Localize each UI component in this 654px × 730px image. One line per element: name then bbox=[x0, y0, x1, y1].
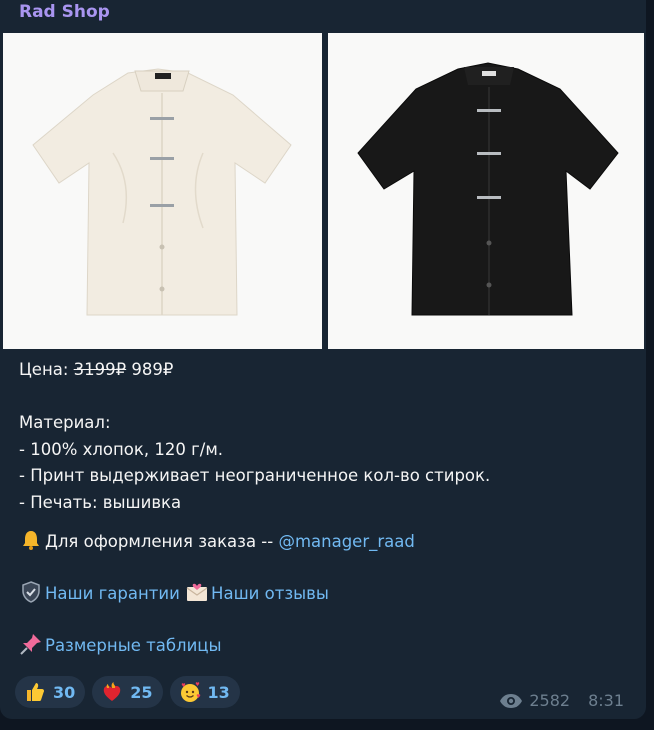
reaction-count: 30 bbox=[53, 682, 76, 702]
love-letter-icon bbox=[185, 580, 209, 604]
price-line: Цена: 3199₽ 989₽ bbox=[19, 357, 629, 384]
old-price: 3199₽ bbox=[73, 360, 127, 379]
burning-heart-icon bbox=[100, 680, 124, 704]
black-shirt-image bbox=[328, 33, 644, 349]
message-bubble[interactable]: Rad Shop Цена: 3199₽ 989₽ Материал: - 10… bbox=[0, 0, 646, 719]
reactions-bar: 30 25 13 bbox=[15, 676, 240, 708]
shield-check-icon bbox=[19, 580, 43, 604]
black-shirt-photo[interactable] bbox=[328, 33, 644, 349]
reviews-link[interactable]: Наши отзывы bbox=[211, 584, 329, 603]
post-text: Цена: 3199₽ 989₽ Материал: - 100% хлопок… bbox=[19, 357, 629, 672]
smiling-face-hearts-icon bbox=[178, 680, 202, 704]
sizes-line: Размерные таблицы bbox=[19, 620, 629, 672]
views-count: 2582 bbox=[529, 691, 571, 710]
material-title: Материал: bbox=[19, 413, 111, 432]
reaction-burning-heart[interactable]: 25 bbox=[92, 676, 163, 708]
white-shirt-photo[interactable] bbox=[3, 33, 322, 349]
eye-icon bbox=[499, 693, 523, 709]
links-line: Наши гарантии Наши отзывы bbox=[19, 568, 629, 620]
guarantees-link[interactable]: Наши гарантии bbox=[45, 584, 180, 603]
manager-link[interactable]: @manager_raad bbox=[278, 532, 414, 551]
reaction-count: 13 bbox=[207, 682, 230, 702]
order-line: Для оформления заказа -- @manager_raad bbox=[19, 516, 629, 568]
message-meta: 2582 8:31 bbox=[499, 691, 624, 710]
reaction-thumbs-up[interactable]: 30 bbox=[15, 676, 86, 708]
material-line: - Печать: вышивка bbox=[19, 492, 182, 512]
price-label: Цена: bbox=[19, 360, 69, 379]
sizes-link[interactable]: Размерные таблицы bbox=[45, 636, 222, 655]
bell-icon bbox=[19, 528, 43, 552]
pushpin-icon bbox=[19, 632, 43, 656]
white-shirt-image bbox=[3, 33, 322, 349]
reaction-count: 25 bbox=[130, 682, 153, 702]
channel-name[interactable]: Rad Shop bbox=[19, 2, 110, 22]
message-time: 8:31 bbox=[588, 691, 624, 710]
material-line: - 100% хлопок, 120 г/м. bbox=[19, 439, 224, 459]
order-text: Для оформления заказа -- bbox=[45, 532, 279, 551]
thumbs-up-icon bbox=[23, 680, 47, 704]
reaction-smiling-face-hearts[interactable]: 13 bbox=[169, 676, 240, 708]
new-price: 989₽ bbox=[131, 360, 174, 379]
material-line: - Принт выдерживает неограниченное кол-в… bbox=[19, 466, 491, 485]
